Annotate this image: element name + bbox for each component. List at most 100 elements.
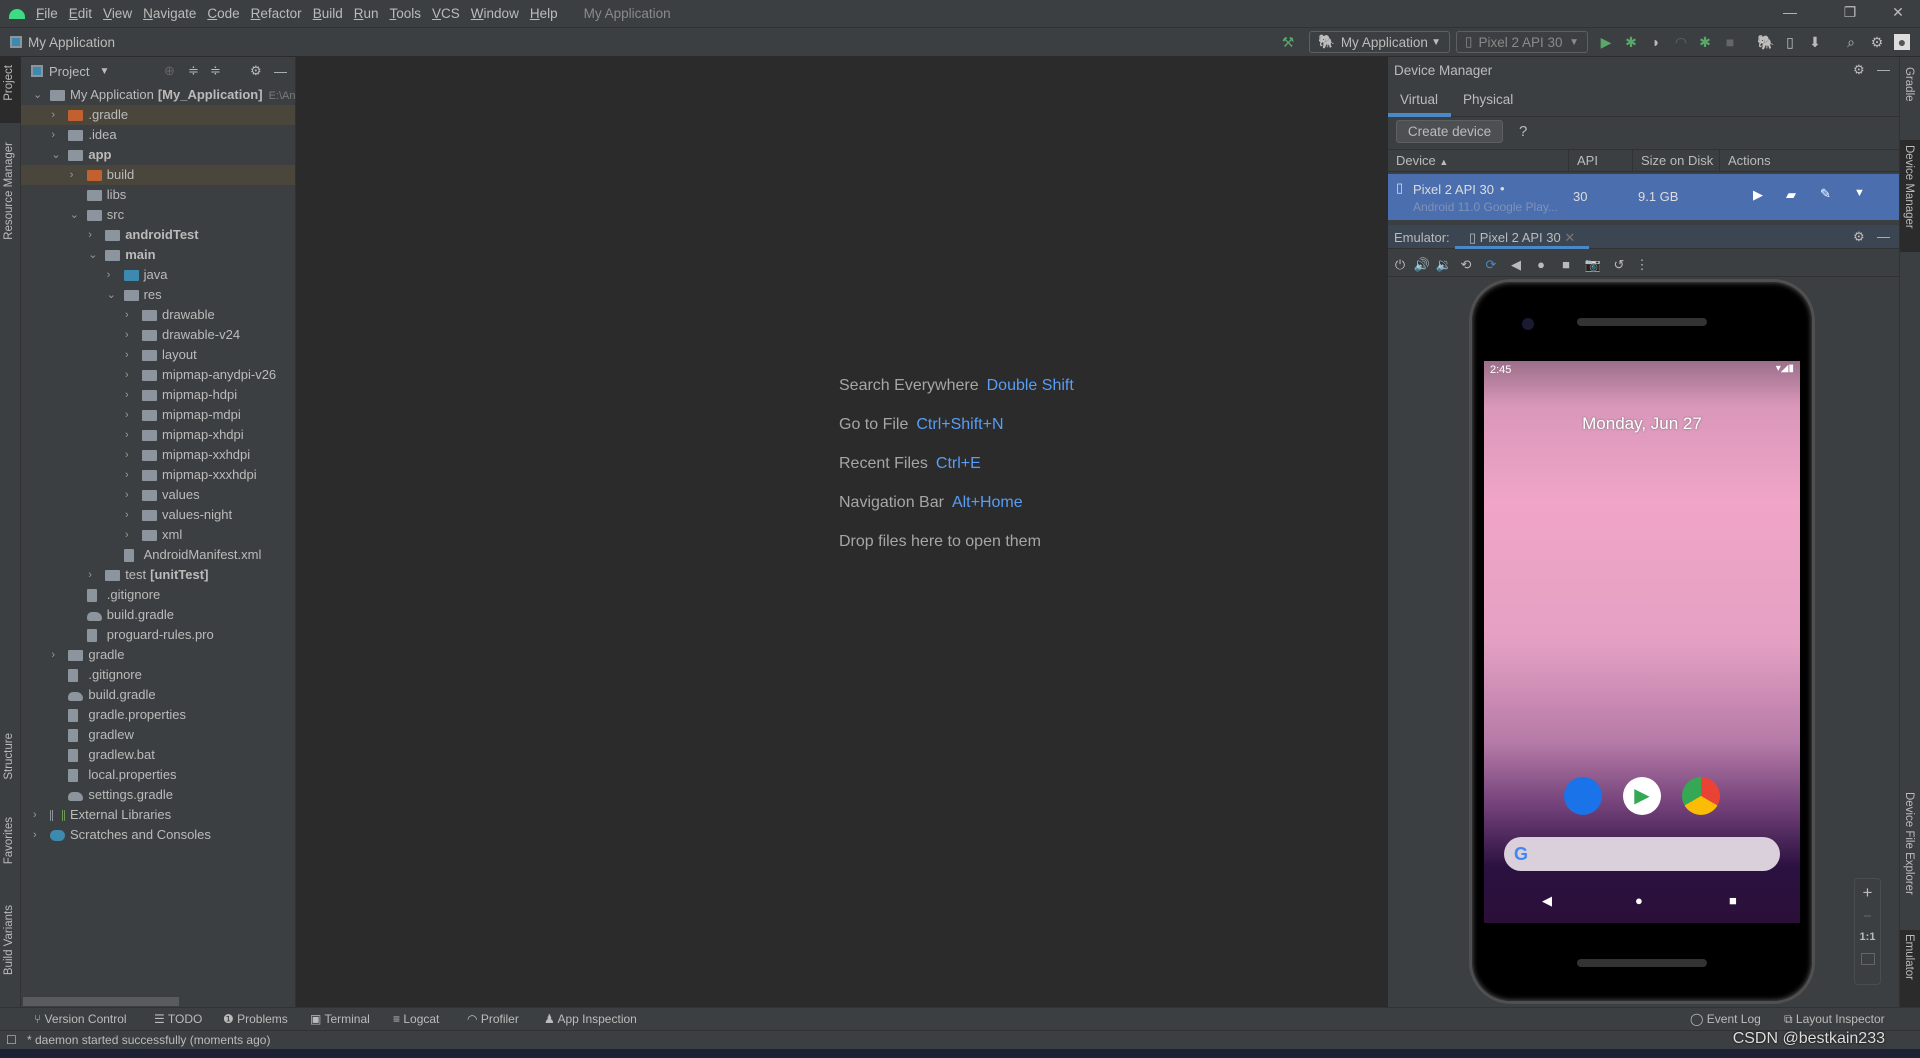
device-dropdown[interactable]: ▯ Pixel 2 API 30 ▼ bbox=[1456, 31, 1588, 53]
power-icon[interactable]: ⏻ bbox=[1391, 257, 1409, 273]
emulator-screen[interactable]: 2:45 ▾◢▮ Monday, Jun 27 ▶ G ◀ ● ■ bbox=[1484, 361, 1800, 923]
tree-item[interactable]: › mipmap-xxxhdpi bbox=[21, 465, 295, 485]
zoom-actual-size-button[interactable]: 1:1 bbox=[1855, 931, 1880, 943]
coverage-icon[interactable]: ◗ bbox=[1648, 34, 1664, 50]
home-icon[interactable]: ● bbox=[1532, 257, 1550, 272]
create-device-button[interactable]: Create device bbox=[1396, 120, 1503, 143]
rotate-right-icon[interactable]: ⟳ bbox=[1482, 257, 1500, 273]
launch-play-icon[interactable]: ▶ bbox=[1753, 187, 1763, 203]
run-icon[interactable]: ▶ bbox=[1598, 34, 1614, 50]
hide-panel-icon[interactable]: — bbox=[274, 64, 287, 79]
menu-refactor[interactable]: Refactor bbox=[251, 6, 302, 21]
tree-item[interactable]: gradle.properties bbox=[21, 705, 295, 725]
tool-tab-gradle[interactable]: Gradle bbox=[1903, 67, 1915, 102]
menu-file[interactable]: File bbox=[36, 6, 58, 21]
tree-item[interactable]: AndroidManifest.xml bbox=[21, 545, 295, 565]
restore-button[interactable]: ❐ bbox=[1830, 4, 1870, 24]
locate-icon[interactable]: ⊕ bbox=[164, 63, 175, 79]
tree-item[interactable]: › mipmap-xxhdpi bbox=[21, 445, 295, 465]
tool-version-control[interactable]: ⑂ Version Control bbox=[34, 1012, 127, 1026]
nav-back-icon[interactable]: ◀ bbox=[1542, 893, 1552, 909]
status-message[interactable]: * daemon started successfully (moments a… bbox=[27, 1033, 270, 1047]
tree-item[interactable]: › java bbox=[21, 265, 295, 285]
hide-panel-icon[interactable]: — bbox=[1877, 62, 1890, 77]
chevron-right-icon[interactable]: › bbox=[51, 105, 61, 125]
tree-item[interactable]: › mipmap-mdpi bbox=[21, 405, 295, 425]
tool-event-log[interactable]: ◯ Event Log bbox=[1690, 1012, 1761, 1026]
menu-vcs[interactable]: VCS bbox=[432, 6, 460, 21]
volume-down-icon[interactable]: 🔉 bbox=[1435, 257, 1453, 273]
tool-profiler[interactable]: ◠ Profiler bbox=[467, 1012, 519, 1026]
tree-item[interactable]: ⌄ src bbox=[21, 205, 295, 225]
profile-icon[interactable]: ◠ bbox=[1673, 34, 1689, 50]
screenshot-camera-icon[interactable]: 📷 bbox=[1584, 257, 1602, 273]
sync-gradle-icon[interactable]: 🐘 bbox=[1757, 34, 1774, 50]
chrome-app-icon[interactable] bbox=[1682, 777, 1720, 815]
column-api[interactable]: API bbox=[1569, 150, 1633, 172]
collapse-all-icon[interactable]: ≑ bbox=[210, 63, 221, 79]
chevron-right-icon[interactable]: › bbox=[33, 825, 43, 845]
tree-item[interactable]: › layout bbox=[21, 345, 295, 365]
chevron-down-icon[interactable]: ⌄ bbox=[70, 205, 80, 225]
menu-tools[interactable]: Tools bbox=[390, 6, 422, 21]
stop-icon[interactable]: ■ bbox=[1722, 34, 1738, 50]
chevron-down-icon[interactable]: ▼ bbox=[99, 66, 109, 77]
tree-item[interactable]: › .idea bbox=[21, 125, 295, 145]
tree-item[interactable]: › values-night bbox=[21, 505, 295, 525]
debug-icon[interactable]: ✱ bbox=[1623, 34, 1639, 50]
chevron-right-icon[interactable]: › bbox=[125, 385, 135, 405]
tree-item[interactable]: build.gradle bbox=[21, 605, 295, 625]
editor-empty-area[interactable]: Search Everywhere Double Shift Go to File C… bbox=[296, 57, 1388, 1007]
chevron-down-icon[interactable]: ⌄ bbox=[51, 145, 61, 165]
snapshot-icon[interactable]: ↺ bbox=[1610, 257, 1628, 273]
chevron-right-icon[interactable]: › bbox=[51, 645, 61, 665]
chevron-down-icon[interactable]: ⌄ bbox=[33, 85, 43, 105]
tree-item[interactable]: ⌄ My Application [My_Application] E:\An bbox=[21, 85, 295, 105]
tree-item[interactable]: › mipmap-xhdpi bbox=[21, 425, 295, 445]
help-button[interactable]: ? bbox=[1519, 123, 1527, 140]
tree-item[interactable]: › build bbox=[21, 165, 295, 185]
device-row[interactable]: ▯ Pixel 2 API 30 • Android 11.0 Google P… bbox=[1388, 174, 1899, 220]
menu-build[interactable]: Build bbox=[313, 6, 343, 21]
tool-tab-emulator[interactable]: Emulator bbox=[1903, 934, 1915, 980]
menu-edit[interactable]: Edit bbox=[69, 6, 92, 21]
chevron-right-icon[interactable]: › bbox=[125, 405, 135, 425]
tab-physical[interactable]: Physical bbox=[1451, 85, 1525, 117]
tree-item[interactable]: ⌄ main bbox=[21, 245, 295, 265]
tree-item[interactable]: build.gradle bbox=[21, 685, 295, 705]
chevron-down-icon[interactable]: ⌄ bbox=[107, 285, 117, 305]
play-store-app-icon[interactable]: ▶ bbox=[1623, 777, 1661, 815]
chevron-right-icon[interactable]: › bbox=[125, 345, 135, 365]
rotate-left-icon[interactable]: ⟲ bbox=[1457, 257, 1475, 273]
gear-icon[interactable]: ⚙ bbox=[250, 63, 262, 79]
menu-help[interactable]: Help bbox=[530, 6, 558, 21]
tree-item[interactable]: › mipmap-anydpi-v26 bbox=[21, 365, 295, 385]
chevron-right-icon[interactable]: › bbox=[125, 445, 135, 465]
tree-item[interactable]: .gitignore bbox=[21, 585, 295, 605]
tree-item[interactable]: › values bbox=[21, 485, 295, 505]
fit-screen-icon[interactable] bbox=[1860, 953, 1875, 965]
google-search-bar[interactable]: G bbox=[1504, 837, 1780, 871]
chevron-right-icon[interactable]: › bbox=[107, 265, 117, 285]
tree-item[interactable]: settings.gradle bbox=[21, 785, 295, 805]
menu-run[interactable]: Run bbox=[354, 6, 379, 21]
edit-pencil-icon[interactable]: ✎ bbox=[1820, 186, 1831, 202]
nav-home-icon[interactable]: ● bbox=[1635, 893, 1643, 908]
tool-terminal[interactable]: ▣ Terminal bbox=[310, 1012, 370, 1026]
menu-view[interactable]: View bbox=[103, 6, 132, 21]
run-config-dropdown[interactable]: 🐘 My Application ▼ bbox=[1309, 31, 1450, 53]
overview-icon[interactable]: ■ bbox=[1557, 257, 1575, 272]
build-hammer-icon[interactable]: ⚒ bbox=[1280, 34, 1296, 50]
tree-item[interactable]: › Scratches and Consoles bbox=[21, 825, 295, 845]
tool-layout-inspector[interactable]: ⧉ Layout Inspector bbox=[1784, 1012, 1885, 1027]
column-device[interactable]: Device ▲ bbox=[1388, 150, 1569, 172]
tree-item[interactable]: › External Libraries bbox=[21, 805, 295, 825]
gear-icon[interactable]: ⚙ bbox=[1853, 62, 1865, 78]
project-view-dropdown[interactable]: Project bbox=[49, 64, 89, 79]
volume-up-icon[interactable]: 🔊 bbox=[1413, 257, 1431, 273]
expand-all-icon[interactable]: ≑ bbox=[188, 63, 199, 79]
column-size[interactable]: Size on Disk bbox=[1633, 150, 1720, 172]
tree-item[interactable]: proguard-rules.pro bbox=[21, 625, 295, 645]
tree-item[interactable]: gradlew bbox=[21, 725, 295, 745]
chevron-right-icon[interactable]: › bbox=[125, 525, 135, 545]
